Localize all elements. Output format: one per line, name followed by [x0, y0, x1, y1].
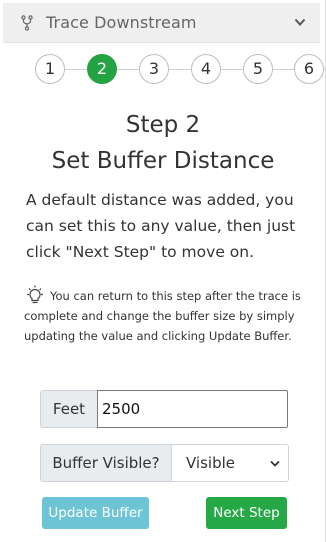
distance-unit-label: Feet — [40, 390, 97, 428]
chevron-down-icon[interactable] — [294, 18, 306, 27]
visibility-selected-value: Visible — [186, 454, 235, 472]
visibility-input-group: Buffer Visible? Visible — [40, 444, 289, 482]
step-title: Step 2 — [125, 112, 201, 138]
panel-header[interactable]: Trace Downstream — [3, 3, 320, 43]
step-3[interactable]: 3 — [139, 54, 169, 84]
step-6[interactable]: 6 — [294, 54, 324, 84]
panel-title: Trace Downstream — [46, 13, 197, 32]
step-indicator: 1 2 3 4 5 6 — [0, 52, 326, 86]
tip-box: You can return to this step after the tr… — [24, 285, 314, 346]
lightbulb-icon — [27, 285, 43, 304]
visibility-select[interactable]: Visible — [171, 444, 289, 482]
step-4[interactable]: 4 — [191, 54, 221, 84]
step-5[interactable]: 5 — [243, 54, 273, 84]
step-2[interactable]: 2 — [87, 54, 117, 84]
fork-icon — [21, 15, 33, 31]
step-heading: Set Buffer Distance — [51, 148, 275, 174]
step-description: A default distance was added, you can se… — [26, 191, 296, 261]
step-1[interactable]: 1 — [35, 54, 65, 84]
visibility-label: Buffer Visible? — [40, 444, 171, 482]
update-buffer-button[interactable]: Update Buffer — [42, 497, 149, 529]
tip-text: You can return to this step after the tr… — [24, 289, 301, 343]
distance-input-group: Feet 2500 — [40, 390, 288, 428]
next-step-button[interactable]: Next Step — [206, 497, 287, 529]
select-caret-icon — [270, 460, 280, 467]
trace-panel: Trace Downstream 1 2 3 4 5 6 Step 2 Set … — [0, 0, 326, 542]
distance-input[interactable]: 2500 — [97, 390, 288, 428]
